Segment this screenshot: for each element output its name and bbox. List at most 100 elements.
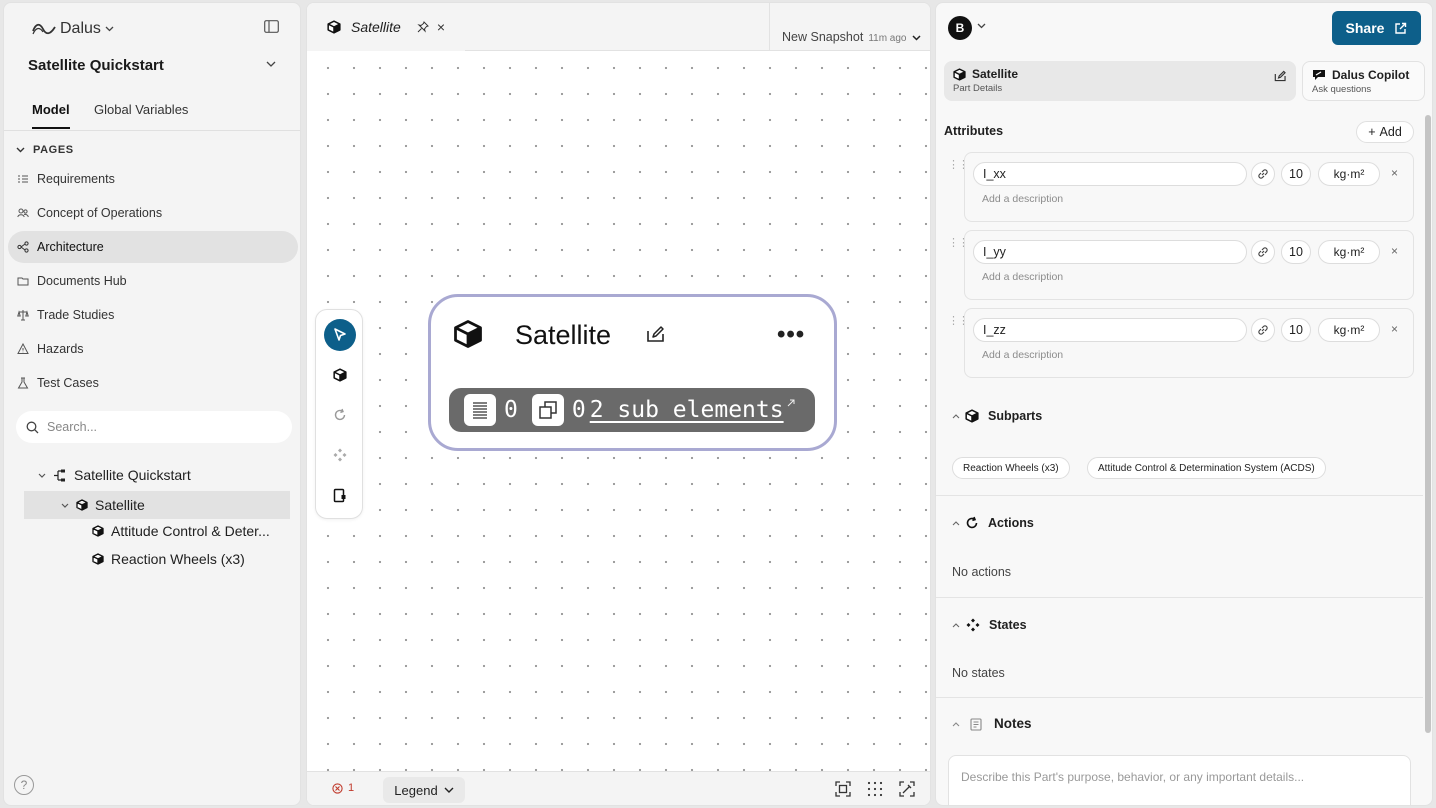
magic-layout-icon	[899, 781, 915, 797]
add-state-tool[interactable]	[324, 439, 356, 471]
attribute-row: I_yy 10 kg·m² × Add a description	[964, 230, 1414, 300]
tree-item-attitude-control[interactable]: Attitude Control & Deter...	[92, 517, 270, 545]
node-more-menu-icon[interactable]: •••	[777, 321, 805, 349]
chevron-down-icon[interactable]	[977, 23, 986, 29]
attribute-description-input[interactable]: Add a description	[982, 271, 1063, 283]
attribute-value-input[interactable]: 10	[1281, 318, 1311, 342]
add-part-tool[interactable]	[324, 359, 356, 391]
collapse-sidebar-button[interactable]	[264, 20, 279, 33]
attribute-name-input[interactable]: I_xx	[973, 162, 1247, 186]
search-input[interactable]: Search...	[16, 411, 292, 443]
attribute-value-input[interactable]: 10	[1281, 162, 1311, 186]
attribute-row: I_xx 10 kg·m² × Add a description	[964, 152, 1414, 222]
remove-attribute-icon[interactable]: ×	[1391, 322, 1398, 336]
snapshot-label: New Snapshot	[782, 30, 864, 44]
attribute-description-input[interactable]: Add a description	[982, 193, 1063, 205]
sub-elements-link[interactable]: 2 sub elements	[590, 397, 784, 423]
remove-attribute-icon[interactable]: ×	[1391, 244, 1398, 258]
actions-section-header[interactable]: Actions	[952, 516, 1034, 530]
sidebar-item-architecture[interactable]: Architecture	[8, 231, 298, 263]
legend-label: Legend	[394, 782, 438, 798]
snapshot-selector[interactable]: New Snapshot 11m ago	[769, 3, 930, 51]
details-scroll-area[interactable]: Attributes + Add ⋮⋮ I_xx 10 kg·m² × Add …	[936, 111, 1423, 805]
states-heading: States	[989, 618, 1027, 632]
pages-section-header[interactable]: PAGES	[16, 144, 74, 156]
states-section-header[interactable]: States	[952, 617, 1027, 633]
tool-palette	[315, 309, 363, 519]
attribute-unit-select[interactable]: kg·m²	[1318, 162, 1380, 186]
states-empty-text: No states	[952, 666, 1005, 680]
architecture-canvas[interactable]: Satellite × New Snapshot 11m ago Satelli…	[306, 2, 931, 806]
tree-item-satellite[interactable]: Satellite	[24, 491, 290, 519]
cube-icon	[965, 409, 979, 423]
close-tab-icon[interactable]: ×	[437, 19, 445, 35]
nodes-icon	[17, 241, 29, 253]
attribute-description-input[interactable]: Add a description	[982, 349, 1063, 361]
edit-icon[interactable]	[1274, 70, 1287, 82]
dalus-logo[interactable]: Dalus	[32, 20, 114, 38]
node-stats-bar: 0 0 2 sub elements	[449, 388, 815, 432]
tab-model[interactable]: Model	[32, 102, 70, 129]
tree-item-reaction-wheels[interactable]: Reaction Wheels (x3)	[92, 545, 245, 573]
cursor-icon	[334, 328, 346, 341]
subpart-chip[interactable]: Reaction Wheels (x3)	[952, 457, 1070, 479]
tree-item-label: Reaction Wheels (x3)	[111, 551, 245, 567]
part-node-satellite[interactable]: Satellite ••• 0 0 2 sub elements	[428, 294, 837, 451]
subparts-section-header[interactable]: Subparts	[952, 409, 1042, 423]
panel-scrollbar[interactable]	[1425, 115, 1431, 733]
select-tool[interactable]	[324, 319, 356, 351]
link-attribute-button[interactable]	[1251, 240, 1275, 264]
tab-part-details[interactable]: Satellite Part Details	[944, 61, 1296, 101]
avatar[interactable]: B	[948, 16, 972, 40]
sidebar-item-documents-hub[interactable]: Documents Hub	[8, 265, 298, 297]
error-badge[interactable]: 1	[332, 782, 354, 794]
tab-part-subtitle: Part Details	[953, 83, 1003, 94]
attribute-name-input[interactable]: I_yy	[973, 240, 1247, 264]
grid-toggle-button[interactable]	[867, 781, 883, 797]
help-button[interactable]: ?	[14, 775, 34, 795]
project-title[interactable]: Satellite Quickstart	[28, 57, 164, 74]
auto-layout-button[interactable]	[899, 781, 915, 797]
edit-icon[interactable]	[646, 325, 666, 343]
tree-item-satellite-quickstart[interactable]: Satellite Quickstart	[38, 461, 191, 489]
sidebar-item-test-cases[interactable]: Test Cases	[8, 367, 298, 399]
cube-icon	[327, 20, 341, 34]
copilot-icon	[1313, 70, 1325, 80]
tab-global-variables[interactable]: Global Variables	[94, 102, 188, 127]
sidebar-item-label: Documents Hub	[37, 274, 127, 288]
snapshot-time: 11m ago	[868, 33, 907, 44]
attribute-unit-select[interactable]: kg·m²	[1318, 240, 1380, 264]
fit-view-icon	[835, 781, 851, 797]
link-icon	[1258, 325, 1268, 335]
sidebar-item-requirements[interactable]: Requirements	[8, 163, 298, 195]
link-attribute-button[interactable]	[1251, 162, 1275, 186]
fit-view-button[interactable]	[835, 781, 851, 797]
sidebar-item-concept-of-operations[interactable]: Concept of Operations	[8, 197, 298, 229]
tab-dalus-copilot[interactable]: Dalus Copilot Ask questions	[1302, 61, 1425, 101]
legend-button[interactable]: Legend	[383, 777, 465, 803]
section-divider	[936, 495, 1423, 496]
share-button[interactable]: Share	[1332, 11, 1421, 45]
sidebar-item-hazards[interactable]: Hazards	[8, 333, 298, 365]
link-attribute-button[interactable]	[1251, 318, 1275, 342]
add-interface-tool[interactable]	[324, 479, 356, 511]
attribute-unit-select[interactable]: kg·m²	[1318, 318, 1380, 342]
document-tab-satellite[interactable]: Satellite ×	[307, 3, 465, 51]
node-title: Satellite	[515, 320, 612, 350]
attribute-name-input[interactable]: I_zz	[973, 318, 1247, 342]
external-link-icon[interactable]	[786, 398, 796, 408]
notes-section-header[interactable]: Notes	[952, 716, 1032, 731]
add-action-tool[interactable]	[324, 399, 356, 431]
chevron-up-icon	[952, 521, 960, 526]
sidebar-item-label: Trade Studies	[37, 308, 115, 322]
subpart-chip[interactable]: Attitude Control & Determination System …	[1087, 457, 1326, 479]
tree-item-label: Attitude Control & Deter...	[111, 523, 270, 539]
attribute-value-input[interactable]: 10	[1281, 240, 1311, 264]
error-icon	[332, 782, 343, 794]
project-switch-chevron-icon[interactable]	[266, 61, 276, 67]
sidebar-item-trade-studies[interactable]: Trade Studies	[8, 299, 298, 331]
add-attribute-button[interactable]: + Add	[1356, 121, 1414, 143]
pin-icon[interactable]	[417, 21, 429, 33]
remove-attribute-icon[interactable]: ×	[1391, 166, 1398, 180]
notes-textarea[interactable]: Describe this Part's purpose, behavior, …	[948, 755, 1411, 805]
